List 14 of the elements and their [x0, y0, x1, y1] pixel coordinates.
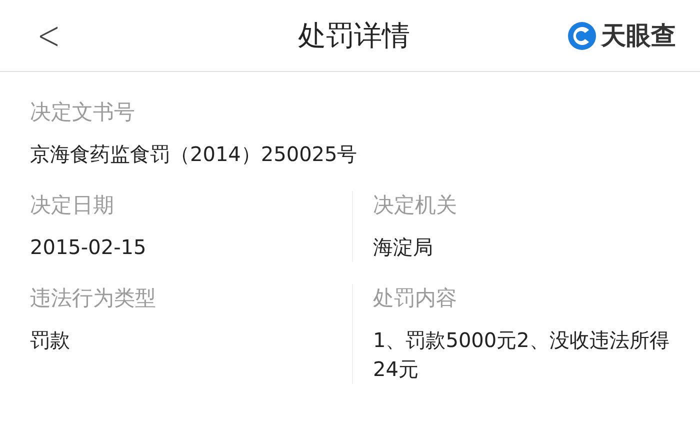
field-label: 决定机关 — [373, 192, 458, 219]
brand-name: 天眼查 — [601, 20, 676, 52]
field-value: 京海食药监食罚（2014）250025号 — [30, 141, 358, 168]
back-button[interactable]: < — [37, 16, 60, 56]
logo-icon — [567, 20, 597, 50]
field-value: 1、罚款5000元2、没收违法所得24元 — [373, 327, 670, 383]
page-title: 处罚详情 — [298, 18, 410, 54]
field-value: 海淀局 — [373, 234, 434, 261]
field-value: 罚款 — [30, 327, 71, 354]
field-label: 决定文书号 — [30, 99, 136, 126]
field-value: 2015-02-15 — [30, 234, 148, 261]
field-label: 违法行为类型 — [30, 285, 157, 312]
field-label: 处罚内容 — [373, 285, 458, 312]
field-label: 决定日期 — [30, 192, 115, 219]
